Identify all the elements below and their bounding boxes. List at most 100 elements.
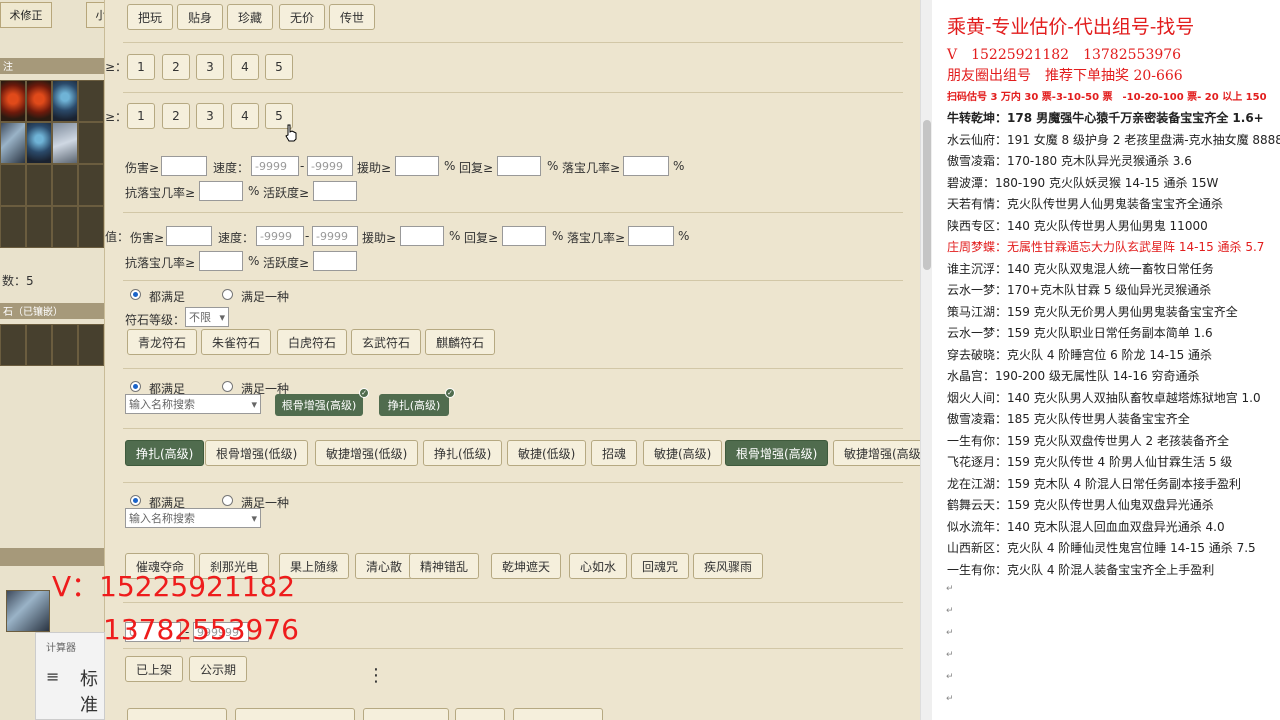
radio-one[interactable]: [222, 495, 233, 506]
rune-slot[interactable]: [52, 324, 78, 366]
inventory-slot[interactable]: [78, 164, 104, 206]
resist-drop-input[interactable]: [199, 251, 243, 271]
level-3-button[interactable]: 3: [196, 54, 224, 80]
gem-icon[interactable]: [0, 122, 26, 164]
bottom-button[interactable]: [127, 708, 227, 720]
selected-tag-root-bone-high[interactable]: 根骨增强(高级): [275, 394, 363, 416]
inventory-slot[interactable]: [78, 80, 104, 122]
skill-button[interactable]: 敏捷增强(高级: [833, 440, 920, 466]
level-5-button[interactable]: 5: [265, 54, 293, 80]
level-1-button[interactable]: 1: [127, 103, 155, 129]
rune-button-baihu[interactable]: 白虎符石: [277, 329, 348, 355]
special-skill-button[interactable]: 清心散: [355, 553, 414, 579]
rune-slot[interactable]: [78, 324, 104, 366]
selected-tag-struggle-high[interactable]: 挣扎(高级): [379, 394, 449, 416]
rune-button-qinglong[interactable]: 青龙符石: [127, 329, 198, 355]
skill-button[interactable]: 敏捷(高级): [643, 440, 723, 466]
quality-button-collect[interactable]: 珍藏: [227, 4, 274, 30]
main-scrollbar[interactable]: [920, 0, 932, 720]
skill-button[interactable]: 敏捷(低级): [507, 440, 587, 466]
inventory-slot[interactable]: [26, 164, 52, 206]
warrior-icon[interactable]: [52, 80, 78, 122]
close-icon[interactable]: ✓: [359, 388, 369, 398]
level-2-button[interactable]: 2: [162, 103, 190, 129]
inventory-slot[interactable]: [0, 164, 26, 206]
listing-item: 傲雪凌霜：185 克火队传世男人装备宝宝齐全: [947, 410, 1190, 427]
quality-button-play[interactable]: 把玩: [127, 4, 174, 30]
special-skill-button[interactable]: 回魂咒: [631, 553, 690, 579]
special-skill-button[interactable]: 心如水: [569, 553, 628, 579]
tab-small[interactable]: 小: [86, 2, 104, 28]
inventory-slot[interactable]: [78, 122, 104, 164]
tab-correction[interactable]: 术修正: [0, 2, 52, 28]
skill-search-select[interactable]: 输入名称搜索 ▾: [125, 394, 261, 414]
quality-button-heirloom[interactable]: 传世: [329, 4, 376, 30]
special-skill-button[interactable]: 疾风骤雨: [693, 553, 764, 579]
special-skill-button[interactable]: 精神错乱: [409, 553, 480, 579]
level-4-button[interactable]: 4: [231, 54, 259, 80]
staff-icon[interactable]: [26, 122, 52, 164]
damage-input[interactable]: [161, 156, 207, 176]
resist-drop-input[interactable]: [199, 181, 243, 201]
radio-one[interactable]: [222, 289, 233, 300]
aid-input[interactable]: [400, 226, 444, 246]
bottom-button[interactable]: [513, 708, 603, 720]
fire-orb-icon[interactable]: [0, 80, 26, 122]
drop-rate-input[interactable]: [628, 226, 674, 246]
more-options-icon[interactable]: ⋮: [367, 665, 385, 686]
speed-max-input[interactable]: -9999: [312, 226, 358, 246]
close-icon[interactable]: ✓: [445, 388, 455, 398]
inventory-slot[interactable]: [78, 206, 104, 248]
level-3-button[interactable]: 3: [196, 103, 224, 129]
scrollbar-thumb[interactable]: [923, 120, 931, 270]
red-orb-icon[interactable]: [26, 80, 52, 122]
skill-button[interactable]: 招魂: [591, 440, 638, 466]
inventory-slot[interactable]: [52, 164, 78, 206]
bottom-button[interactable]: [455, 708, 505, 720]
speed-min-input[interactable]: -9999: [251, 156, 299, 176]
armor-icon[interactable]: [52, 122, 78, 164]
aid-input[interactable]: [395, 156, 439, 176]
special-skill-search-select[interactable]: 输入名称搜索 ▾: [125, 508, 261, 528]
damage-input[interactable]: [166, 226, 212, 246]
bottom-button[interactable]: [363, 708, 449, 720]
activity-input[interactable]: [313, 181, 357, 201]
listing-server: 傲雪凌霜：: [947, 154, 1008, 168]
skill-button[interactable]: 根骨增强(高级): [725, 440, 829, 466]
rune-button-qilin[interactable]: 麒麟符石: [425, 329, 496, 355]
rune-slot[interactable]: [0, 324, 26, 366]
inventory-slot[interactable]: [52, 206, 78, 248]
skill-button[interactable]: 挣扎(低级): [423, 440, 503, 466]
recover-input[interactable]: [497, 156, 541, 176]
radio-all[interactable]: [130, 289, 141, 300]
skill-button[interactable]: 挣扎(高级): [125, 440, 205, 466]
special-skill-button[interactable]: 乾坤遮天: [491, 553, 562, 579]
drop-rate-input[interactable]: [623, 156, 669, 176]
radio-all[interactable]: [130, 381, 141, 392]
level-4-button[interactable]: 4: [231, 103, 259, 129]
speed-min-input[interactable]: -9999: [256, 226, 304, 246]
rune-button-xuanwu[interactable]: 玄武符石: [351, 329, 422, 355]
inventory-slot[interactable]: [0, 206, 26, 248]
bottom-button[interactable]: [235, 708, 355, 720]
quality-button-carry[interactable]: 贴身: [177, 4, 224, 30]
recover-input[interactable]: [502, 226, 546, 246]
rune-level-select[interactable]: 不限 ▾: [185, 307, 229, 327]
skill-button[interactable]: 敏捷增强(低级): [315, 440, 419, 466]
rune-button-zhuque[interactable]: 朱雀符石: [201, 329, 272, 355]
speed-max-input[interactable]: -9999: [307, 156, 353, 176]
quality-button-priceless[interactable]: 无价: [279, 4, 326, 30]
hamburger-menu-icon[interactable]: ≡: [46, 667, 59, 686]
public-period-button[interactable]: 公示期: [189, 656, 248, 682]
inventory-slot[interactable]: [26, 206, 52, 248]
radio-all[interactable]: [130, 495, 141, 506]
level-2-button[interactable]: 2: [162, 54, 190, 80]
spider-pet-icon[interactable]: [6, 590, 50, 632]
level-1-button[interactable]: 1: [127, 54, 155, 80]
listed-button[interactable]: 已上架: [125, 656, 184, 682]
radio-one[interactable]: [222, 381, 233, 392]
activity-input[interactable]: [313, 251, 357, 271]
calculator-window[interactable]: 计算器 ≡ 标准: [35, 632, 105, 720]
rune-slot[interactable]: [26, 324, 52, 366]
skill-button[interactable]: 根骨增强(低级): [205, 440, 309, 466]
